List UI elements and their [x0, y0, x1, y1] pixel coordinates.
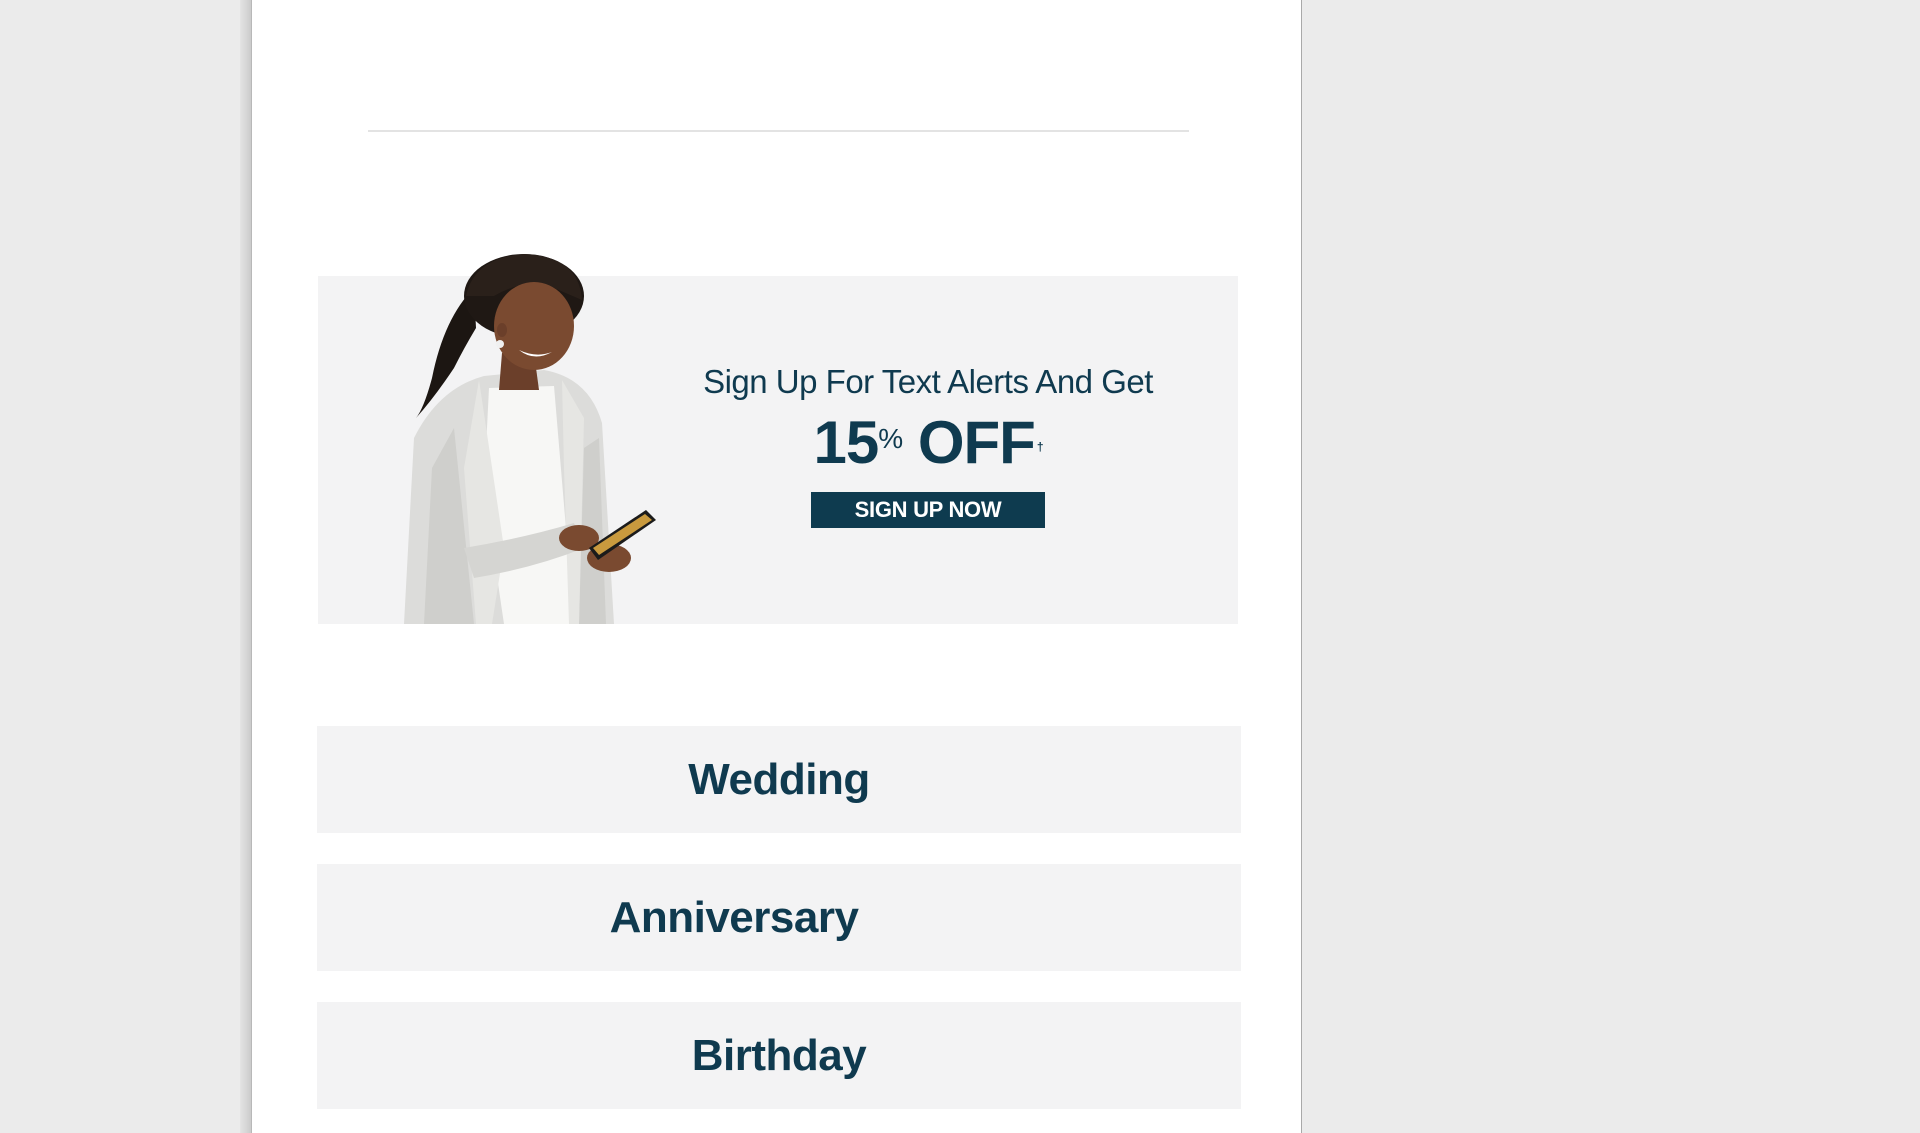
- text-alerts-promo-banner[interactable]: Sign Up For Text Alerts And Get 15% OFF †…: [318, 254, 1238, 624]
- promo-text-block: Sign Up For Text Alerts And Get 15% OFF †…: [678, 362, 1178, 528]
- woman-with-phone-photo: [384, 248, 704, 624]
- promo-offer: 15% OFF †: [678, 412, 1178, 474]
- divider: [368, 130, 1189, 132]
- promo-headline: Sign Up For Text Alerts And Get: [703, 363, 1153, 400]
- offer-word: OFF: [917, 409, 1036, 476]
- offer-number: 15: [813, 409, 880, 476]
- category-tile-wedding[interactable]: Wedding: [317, 726, 1241, 833]
- offer-percent-sign: %: [878, 423, 903, 454]
- category-tile-birthday[interactable]: Birthday: [317, 1002, 1241, 1109]
- category-tile-anniversary[interactable]: Anniversary: [317, 864, 1241, 971]
- offer-footnote-mark: †: [1036, 440, 1044, 454]
- email-content: Sign Up For Text Alerts And Get 15% OFF †…: [251, 0, 1302, 1133]
- sign-up-now-button[interactable]: SIGN UP NOW: [811, 492, 1045, 528]
